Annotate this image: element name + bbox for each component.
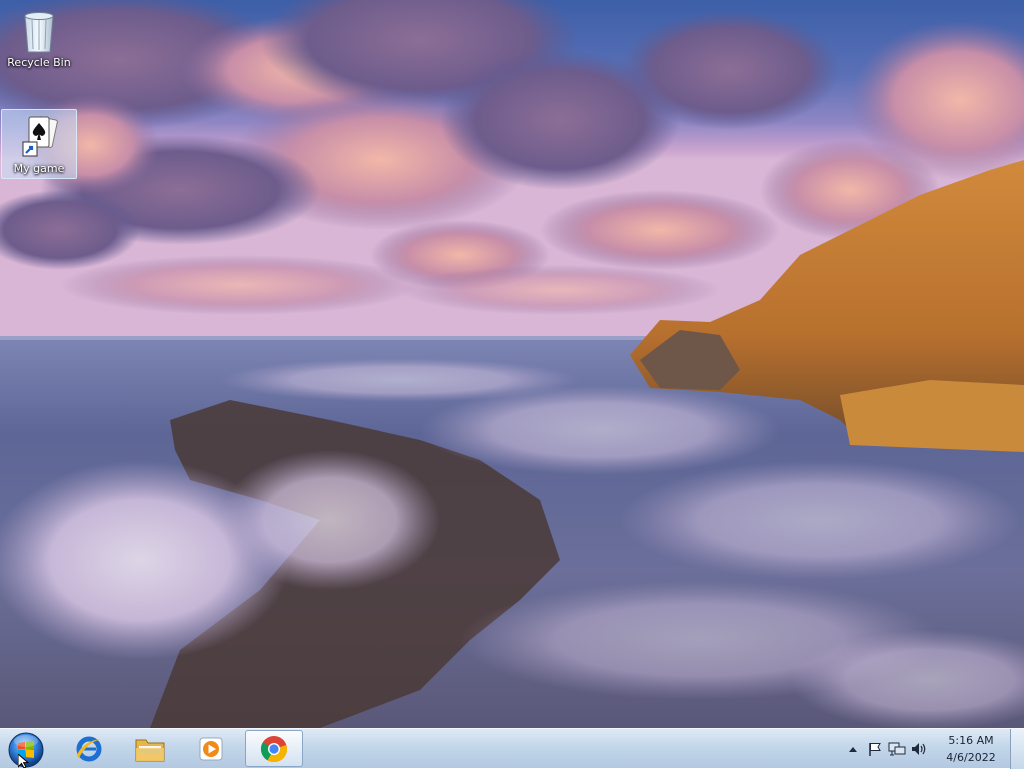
- taskbar-button-windows-explorer[interactable]: [121, 730, 179, 767]
- action-center-flag-icon[interactable]: [866, 740, 884, 758]
- windows-explorer-icon: [135, 739, 165, 761]
- show-desktop-button[interactable]: [1010, 729, 1024, 769]
- google-chrome-icon: [260, 735, 288, 762]
- solitaire-shortcut-icon: [22, 116, 58, 157]
- desktop-icon-label: My game: [13, 162, 65, 175]
- clock-date: 4/6/2022: [946, 751, 996, 764]
- network-icon[interactable]: [888, 740, 906, 758]
- taskbar-button-internet-explorer[interactable]: [60, 730, 118, 767]
- taskbar: 5:16 AM 4/6/2022: [0, 728, 1024, 769]
- wallpaper-seascape: [0, 0, 1024, 728]
- show-hidden-icons-icon[interactable]: [844, 740, 862, 758]
- desktop-icon-my-game[interactable]: My game: [1, 109, 77, 179]
- system-tray: 5:16 AM 4/6/2022: [842, 729, 1024, 769]
- taskbar-button-windows-media-player[interactable]: [182, 730, 240, 767]
- desktop-icon-recycle-bin[interactable]: Recycle Bin: [1, 4, 77, 76]
- internet-explorer-icon: [76, 736, 102, 761]
- taskbar-button-google-chrome[interactable]: [245, 730, 303, 767]
- desktop-icon-label: Recycle Bin: [7, 56, 71, 69]
- desktop[interactable]: Recycle Bin My game: [0, 0, 1024, 728]
- volume-icon[interactable]: [910, 740, 928, 758]
- recycle-bin-icon: [24, 12, 54, 53]
- clock-time: 5:16 AM: [948, 734, 994, 747]
- windows-media-player-icon: [199, 737, 223, 760]
- taskbar-clock[interactable]: 5:16 AM 4/6/2022: [936, 732, 1006, 766]
- mouse-cursor-icon: [18, 754, 30, 768]
